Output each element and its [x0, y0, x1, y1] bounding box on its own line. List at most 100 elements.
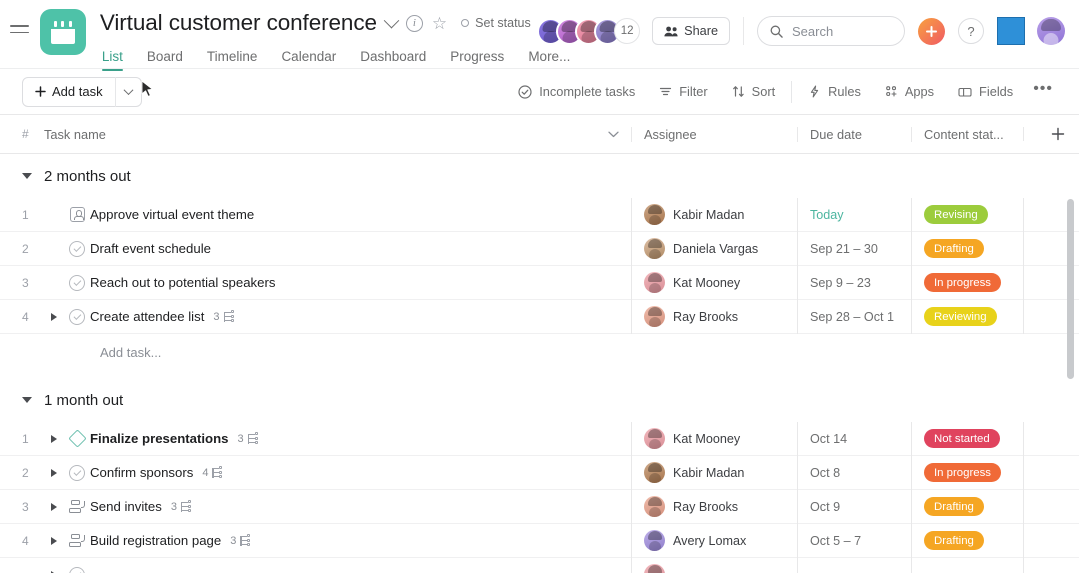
row-extra-cell[interactable] — [1023, 489, 1079, 524]
task-name[interactable]: Approve virtual event theme — [90, 207, 254, 222]
task-name[interactable]: Reach out to potential speakers — [90, 275, 275, 290]
assignee-cell[interactable]: Kat Mooney — [644, 272, 740, 293]
milestone-diamond-icon[interactable] — [64, 429, 90, 448]
member-count-badge[interactable]: 12 — [614, 18, 641, 44]
column-header-task-name[interactable]: Task name — [44, 127, 631, 142]
add-task-button[interactable]: Add task — [22, 76, 142, 107]
dependency-task-icon[interactable] — [64, 499, 90, 514]
due-date-cell[interactable]: Oct 5 – 7 — [810, 534, 861, 548]
add-task-label-group[interactable]: Add task — [23, 84, 115, 99]
column-header-assignee[interactable]: Assignee — [631, 126, 797, 142]
assignee-cell[interactable] — [644, 564, 665, 573]
table-row[interactable]: 4 Create attendee list 3 Ray Brooks Sep … — [0, 299, 1079, 334]
table-row[interactable]: 1 Approve virtual event theme Kabir Mada… — [0, 197, 1079, 232]
tab-calendar[interactable]: Calendar — [269, 49, 348, 71]
table-row[interactable]: 1 Finalize presentations 3 Kat Mooney Oc… — [0, 421, 1079, 456]
task-list-scroll-area[interactable]: 2 months out 1 Approve virtual event the… — [0, 154, 1079, 573]
tab-timeline[interactable]: Timeline — [195, 49, 270, 71]
chevron-down-icon[interactable] — [608, 131, 619, 138]
sort-button[interactable]: Sort — [720, 77, 787, 107]
status-badge[interactable]: Reviewing — [924, 307, 997, 326]
column-header-content-status[interactable]: Content stat... — [911, 126, 1023, 142]
add-task-dropdown[interactable] — [116, 85, 141, 96]
share-button[interactable]: Share — [652, 17, 730, 45]
due-date-cell[interactable]: Oct 14 — [810, 432, 847, 446]
expand-subtasks-toggle[interactable] — [44, 434, 64, 443]
approval-task-icon[interactable] — [64, 207, 90, 222]
assignee-cell[interactable]: Ray Brooks — [644, 496, 738, 517]
section-header-1-month-out[interactable]: 1 month out — [0, 378, 1079, 422]
table-row[interactable]: 3 Reach out to potential speakers Kat Mo… — [0, 265, 1079, 300]
more-options-button[interactable]: ••• — [1025, 77, 1061, 107]
tab-dashboard[interactable]: Dashboard — [348, 49, 438, 71]
task-name[interactable]: Confirm sponsors — [90, 465, 193, 480]
status-badge[interactable]: In progress — [924, 273, 1001, 292]
assignee-cell[interactable]: Kabir Madan — [644, 462, 744, 483]
account-avatar[interactable] — [1037, 17, 1065, 45]
check-circle-icon[interactable] — [64, 274, 90, 291]
section-header-2-months-out[interactable]: 2 months out — [0, 154, 1079, 198]
upgrade-square-icon[interactable] — [997, 17, 1025, 45]
check-circle-icon[interactable] — [64, 308, 90, 325]
task-name[interactable]: Send invites — [90, 499, 162, 514]
dependency-task-icon[interactable] — [64, 533, 90, 548]
column-header-due-date[interactable]: Due date — [797, 126, 911, 142]
hamburger-menu-icon[interactable] — [0, 6, 40, 52]
rules-button[interactable]: Rules — [796, 77, 873, 107]
tab-more[interactable]: More... — [516, 49, 582, 71]
due-date-cell[interactable]: Today — [810, 208, 844, 222]
table-row[interactable]: 3 Send invites 3 Ray Brooks Oct 9 Drafti… — [0, 489, 1079, 524]
search-input[interactable]: Search — [757, 16, 905, 46]
status-badge[interactable]: Drafting — [924, 239, 984, 258]
status-badge[interactable]: Not started — [924, 429, 1000, 448]
task-name[interactable]: Draft event schedule — [90, 241, 211, 256]
section-title[interactable]: 1 month out — [44, 392, 123, 409]
tab-list[interactable]: List — [100, 49, 135, 71]
task-name[interactable]: Build registration page — [90, 533, 221, 548]
assignee-cell[interactable]: Kat Mooney — [644, 428, 740, 449]
apps-button[interactable]: Apps — [873, 77, 946, 107]
table-row[interactable]: 4 Build registration page 3 Avery Lomax … — [0, 523, 1079, 558]
info-circle-icon[interactable]: i — [405, 14, 423, 32]
incomplete-tasks-filter[interactable]: Incomplete tasks — [506, 77, 647, 107]
section-title[interactable]: 2 months out — [44, 168, 131, 185]
status-badge[interactable]: Revising — [924, 205, 988, 224]
quick-add-button[interactable] — [918, 17, 945, 45]
caret-down-icon[interactable] — [22, 397, 32, 403]
assignee-cell[interactable]: Daniela Vargas — [644, 238, 758, 259]
check-circle-icon[interactable] — [64, 240, 90, 257]
caret-down-icon[interactable] — [22, 173, 32, 179]
due-date-cell[interactable]: Sep 9 – 23 — [810, 276, 871, 290]
star-icon[interactable]: ☆ — [432, 15, 447, 32]
task-name[interactable]: Finalize presentations — [90, 431, 229, 446]
expand-subtasks-toggle[interactable] — [44, 312, 64, 321]
calendar-project-icon[interactable] — [39, 9, 86, 55]
set-status-button[interactable]: Set status — [461, 16, 531, 30]
filter-button[interactable]: Filter — [647, 77, 719, 107]
row-extra-cell[interactable] — [1023, 455, 1079, 490]
assignee-cell[interactable]: Ray Brooks — [644, 306, 738, 327]
expand-subtasks-toggle[interactable] — [44, 502, 64, 511]
status-badge[interactable]: Drafting — [924, 497, 984, 516]
help-button[interactable]: ? — [958, 18, 984, 44]
task-name[interactable]: Create attendee list — [90, 309, 204, 324]
due-date-cell[interactable]: Sep 28 – Oct 1 — [810, 310, 894, 324]
add-column-button[interactable] — [1023, 127, 1079, 141]
expand-subtasks-toggle[interactable] — [44, 468, 64, 477]
expand-subtasks-toggle[interactable] — [44, 536, 64, 545]
row-extra-cell[interactable] — [1023, 523, 1079, 558]
status-badge[interactable]: Drafting — [924, 531, 984, 550]
page-title[interactable]: Virtual customer conference — [100, 10, 377, 36]
table-row[interactable]: 2 Confirm sponsors 4 Kabir Madan Oct 8 I… — [0, 455, 1079, 490]
vertical-scrollbar[interactable] — [1067, 199, 1074, 379]
due-date-cell[interactable]: Oct 9 — [810, 500, 840, 514]
table-row[interactable] — [0, 557, 1079, 573]
tab-progress[interactable]: Progress — [438, 49, 516, 71]
check-circle-icon[interactable] — [64, 464, 90, 481]
due-date-cell[interactable]: Sep 21 – 30 — [810, 242, 878, 256]
assignee-cell[interactable]: Kabir Madan — [644, 204, 744, 225]
chevron-down-icon[interactable] — [383, 12, 400, 29]
section-add-task-placeholder[interactable]: Add task... — [0, 334, 1079, 370]
fields-button[interactable]: Fields — [946, 77, 1025, 107]
due-date-cell[interactable]: Oct 8 — [810, 466, 840, 480]
